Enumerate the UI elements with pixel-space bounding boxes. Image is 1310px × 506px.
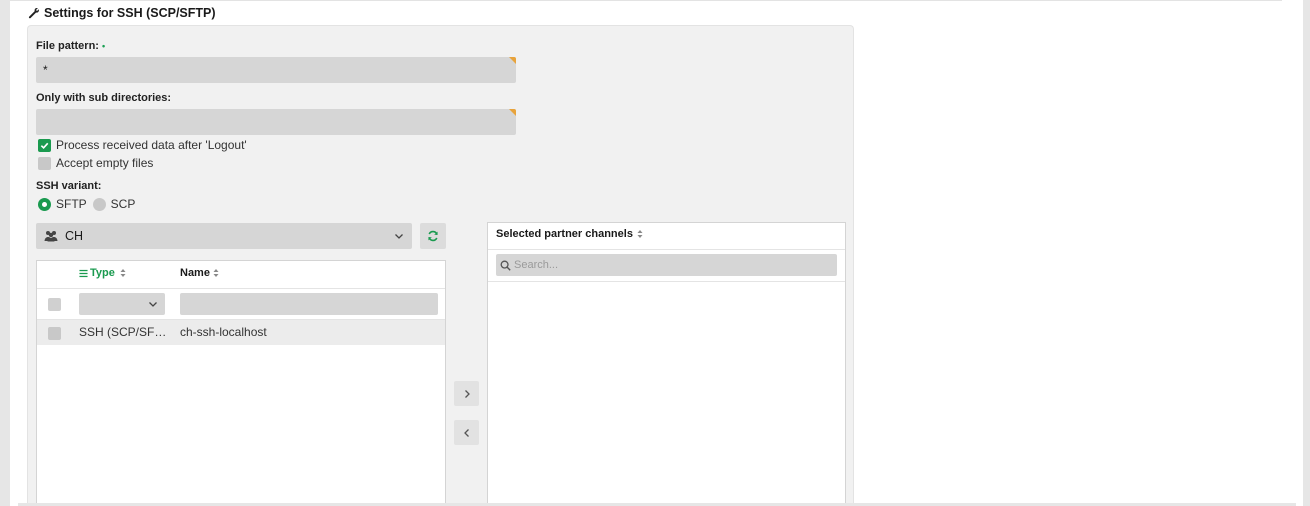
field-marker xyxy=(509,57,516,64)
accept-empty-files-option[interactable]: Accept empty files xyxy=(38,156,153,170)
partner-select-value: CH xyxy=(65,229,84,243)
chevron-down-icon xyxy=(395,234,403,239)
ssh-variant-label: SSH variant: xyxy=(36,180,102,192)
type-filter-select[interactable] xyxy=(79,293,165,315)
name-column-header[interactable]: Name xyxy=(180,267,219,279)
chevron-right-icon xyxy=(464,389,470,398)
type-column-header[interactable]: Type xyxy=(79,267,126,279)
check-icon xyxy=(40,142,49,149)
remove-from-selected-button[interactable] xyxy=(454,420,479,445)
process-after-logout-label: Process received data after 'Logout' xyxy=(56,138,247,152)
accept-empty-files-label: Accept empty files xyxy=(56,156,154,170)
sort-icon xyxy=(120,269,126,277)
file-pattern-field[interactable]: * xyxy=(36,57,516,83)
name-column-label: Name xyxy=(180,267,210,279)
refresh-button[interactable] xyxy=(420,223,446,249)
partner-select[interactable]: CH xyxy=(36,223,412,249)
file-pattern-label: File pattern: • xyxy=(36,40,105,52)
accept-empty-files-checkbox[interactable] xyxy=(38,156,51,170)
filter-row xyxy=(37,289,445,320)
right-scrollbar[interactable] xyxy=(1303,0,1310,506)
selected-channels-header[interactable]: Selected partner channels xyxy=(496,228,643,240)
field-marker xyxy=(509,109,516,116)
refresh-icon xyxy=(428,230,438,242)
top-divider xyxy=(10,0,1282,1)
add-to-selected-button[interactable] xyxy=(454,381,479,406)
type-column-label: Type xyxy=(90,267,115,279)
scp-radio[interactable] xyxy=(92,197,106,211)
select-all-checkbox[interactable] xyxy=(48,298,61,311)
selected-channels-search-input[interactable]: Search... xyxy=(496,254,837,276)
selected-channels-title: Selected partner channels xyxy=(496,228,633,240)
process-after-logout-option[interactable]: Process received data after 'Logout' xyxy=(38,138,247,152)
search-placeholder: Search... xyxy=(514,259,559,271)
row-checkbox[interactable] xyxy=(48,327,61,340)
ssh-variant-radio-group: SFTP SCP xyxy=(38,197,141,211)
sub-directories-field[interactable] xyxy=(36,109,516,135)
channel-table: Type Name SSH (SCP/SFTP) ch-ssh-localhos… xyxy=(36,260,446,506)
people-icon xyxy=(44,231,58,242)
table-row[interactable]: SSH (SCP/SFTP) ch-ssh-localhost xyxy=(37,320,445,345)
search-icon xyxy=(500,260,511,271)
left-gutter xyxy=(0,0,10,506)
scp-radio-label[interactable]: SCP xyxy=(111,197,136,211)
sub-directories-label: Only with sub directories: xyxy=(36,92,172,104)
row-name: ch-ssh-localhost xyxy=(180,325,267,339)
chevron-down-icon xyxy=(149,302,157,307)
row-type: SSH (SCP/SFTP) xyxy=(79,325,169,339)
wrench-icon xyxy=(28,8,39,19)
chevron-left-icon xyxy=(463,428,469,437)
table-header: Type Name xyxy=(37,261,445,289)
sftp-radio[interactable] xyxy=(38,197,51,211)
name-filter-input[interactable] xyxy=(180,293,438,315)
divider xyxy=(488,281,845,282)
divider xyxy=(488,249,845,250)
sort-icon xyxy=(213,269,219,277)
section-title: Settings for SSH (SCP/SFTP) xyxy=(28,6,216,20)
section-title-text: Settings for SSH (SCP/SFTP) xyxy=(44,6,216,20)
required-marker: • xyxy=(101,41,106,51)
file-pattern-label-text: File pattern: xyxy=(36,40,99,52)
process-after-logout-checkbox[interactable] xyxy=(38,138,51,152)
file-pattern-value: * xyxy=(43,63,48,77)
sort-icon xyxy=(637,230,643,238)
sftp-radio-label[interactable]: SFTP xyxy=(56,197,87,211)
selected-channels-list: Selected partner channels Search... xyxy=(487,222,846,506)
menu-icon xyxy=(79,269,88,277)
